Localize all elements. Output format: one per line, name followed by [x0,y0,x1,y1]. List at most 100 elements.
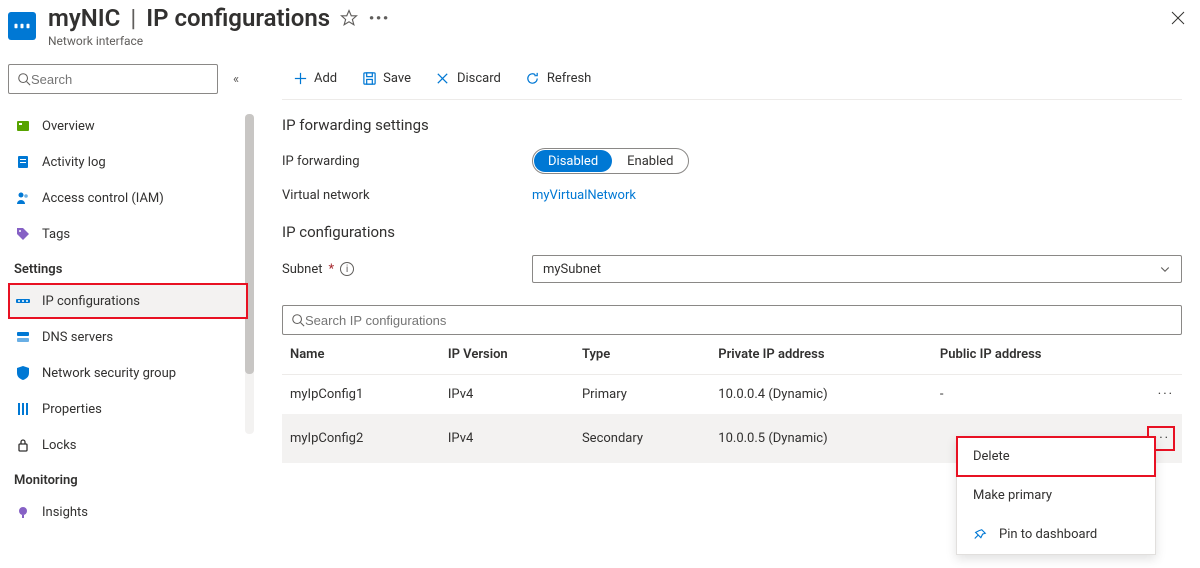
activity-log-icon [14,153,32,171]
chevron-down-icon [1159,263,1171,275]
refresh-label: Refresh [547,71,591,86]
sidebar-item-label: Properties [42,402,102,417]
subnet-label-text: Subnet [282,262,323,277]
sidebar-search[interactable] [8,64,218,94]
properties-icon [14,400,32,418]
col-version[interactable]: IP Version [440,335,574,375]
col-name[interactable]: Name [282,335,440,375]
cell-private: 10.0.0.5 (Dynamic) [710,415,932,463]
refresh-button[interactable]: Refresh [515,65,601,93]
required-indicator: * [329,262,335,277]
cell-version: IPv4 [440,375,574,415]
ctx-delete-label: Delete [973,449,1010,464]
ctx-pin[interactable]: Pin to dashboard [957,515,1155,554]
ctx-delete[interactable]: Delete [957,437,1155,476]
ctx-pin-label: Pin to dashboard [999,527,1097,542]
add-button[interactable]: Add [282,65,347,93]
save-label: Save [383,71,411,86]
subnet-label: Subnet * i [282,262,532,277]
row-more-button[interactable]: ··· [1140,375,1182,415]
sidebar-item-label: Access control (IAM) [42,191,164,206]
discard-icon [435,71,451,87]
ctx-make-primary-label: Make primary [973,488,1052,503]
page-subtitle: Network interface [48,34,1170,48]
add-label: Add [314,71,337,86]
sidebar-item-properties[interactable]: Properties [8,391,248,427]
sidebar-item-label: Activity log [42,155,106,170]
discard-label: Discard [457,71,501,86]
collapse-sidebar-button[interactable]: « [224,72,248,87]
ipconf-icon [14,292,32,310]
insights-icon [14,503,32,521]
sidebar-item-insights[interactable]: Insights [8,494,248,530]
save-icon [361,71,377,87]
ctx-make-primary[interactable]: Make primary [957,476,1155,515]
iam-icon [14,189,32,207]
ip-forwarding-toggle[interactable]: Disabled Enabled [532,148,689,174]
sidebar-item-label: Insights [42,505,88,520]
cell-name: myIpConfig1 [282,375,440,415]
close-button[interactable] [1170,4,1186,26]
nsg-icon [14,364,32,382]
ip-forwarding-label: IP forwarding [282,154,532,169]
cell-type: Secondary [574,415,710,463]
sidebar-search-input[interactable] [31,72,209,87]
row-context-menu: Delete Make primary Pin to dashboard [956,436,1156,555]
ip-forwarding-section-title: IP forwarding settings [282,116,1182,134]
sidebar: « Overview Activity log Access control (… [0,58,248,568]
search-icon [17,72,31,86]
sidebar-item-label: DNS servers [42,330,113,345]
cell-version: IPv4 [440,415,574,463]
more-actions-icon[interactable]: ··· [368,4,389,32]
sidebar-item-iam[interactable]: Access control (IAM) [8,180,248,216]
resource-name: myNIC [48,4,120,32]
blade-title: IP configurations [146,4,330,32]
sidebar-item-dns-servers[interactable]: DNS servers [8,319,248,355]
sidebar-item-activity-log[interactable]: Activity log [8,144,248,180]
sidebar-item-label: Network security group [42,366,176,381]
favorite-star-icon[interactable] [340,9,358,27]
sidebar-item-ip-configurations[interactable]: IP configurations [8,283,248,319]
save-button[interactable]: Save [351,65,421,93]
resource-icon [8,12,36,40]
virtual-network-link[interactable]: myVirtualNetwork [532,188,636,203]
col-type[interactable]: Type [574,335,710,375]
overview-icon [14,117,32,135]
locks-icon [14,436,32,454]
cell-name: myIpConfig2 [282,415,440,463]
content-pane: Add Save Discard Refresh IP forwarding s… [248,58,1200,568]
toggle-enabled[interactable]: Enabled [613,149,687,173]
page-title-row: myNIC | IP configurations ··· [48,4,1170,32]
pin-icon [973,528,989,542]
sidebar-section-monitoring: Monitoring [8,463,248,494]
sidebar-item-label: Locks [42,438,77,453]
sidebar-item-nsg[interactable]: Network security group [8,355,248,391]
tags-icon [14,225,32,243]
sidebar-section-settings: Settings [8,252,248,283]
command-bar: Add Save Discard Refresh [282,58,1182,100]
virtual-network-label: Virtual network [282,188,532,203]
ip-configurations-section-title: IP configurations [282,223,1182,241]
discard-button[interactable]: Discard [425,65,511,93]
ipconfig-search[interactable] [282,305,1182,335]
col-private[interactable]: Private IP address [710,335,932,375]
cell-private: 10.0.0.4 (Dynamic) [710,375,932,415]
sidebar-item-label: Overview [42,119,95,134]
info-icon[interactable]: i [340,262,354,276]
cell-public: - [932,375,1140,415]
ipconfig-search-input[interactable] [305,313,1173,328]
plus-icon [292,71,308,87]
col-public[interactable]: Public IP address [932,335,1140,375]
subnet-dropdown[interactable]: mySubnet [532,255,1182,283]
sidebar-item-label: Tags [42,227,70,242]
subnet-value: mySubnet [543,262,601,277]
page-header: myNIC | IP configurations ··· Network in… [0,0,1200,58]
sidebar-item-locks[interactable]: Locks [8,427,248,463]
toggle-disabled[interactable]: Disabled [534,150,612,172]
dns-icon [14,328,32,346]
sidebar-item-tags[interactable]: Tags [8,216,248,252]
sidebar-item-overview[interactable]: Overview [8,108,248,144]
search-icon [291,313,305,327]
sidebar-nav: Overview Activity log Access control (IA… [8,108,248,530]
table-row[interactable]: myIpConfig1 IPv4 Primary 10.0.0.4 (Dynam… [282,375,1182,415]
